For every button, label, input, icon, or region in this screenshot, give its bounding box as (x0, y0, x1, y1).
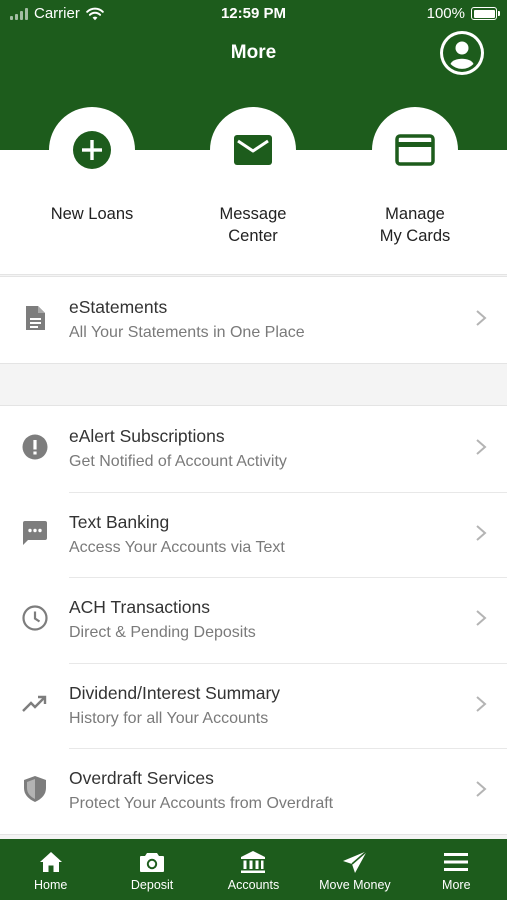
page-title: More (230, 42, 277, 63)
document-icon (26, 306, 45, 330)
chevron-right-icon (476, 610, 487, 626)
chevron-right-icon (476, 310, 487, 326)
chevron-right-icon (476, 695, 487, 712)
status-bar: Carrier 12:59 PM 100% (0, 0, 507, 28)
menu-icon (444, 853, 469, 871)
chevron-right-icon (476, 524, 487, 541)
clock-icon (22, 605, 48, 631)
bank-icon (241, 851, 266, 873)
menu-item-title: Overdraft Services (69, 768, 214, 788)
credit-card-icon (395, 134, 435, 166)
menu-item-subtitle: Access Your Accounts via Text (69, 538, 285, 556)
shield-icon (24, 776, 46, 802)
menu-item-title: ACH Transactions (69, 597, 211, 617)
battery-percent: 100% (426, 5, 465, 22)
menu-list-primary: eStatements All Your Statements in One P… (0, 276, 507, 364)
plus-circle-icon (73, 131, 111, 169)
send-icon (342, 850, 368, 873)
chevron-right-icon (476, 439, 487, 455)
user-circle-icon (443, 34, 481, 72)
menu-list-secondary: eAlert Subscriptions Get Notified of Acc… (0, 405, 507, 835)
quick-action-new-loans[interactable]: New Loans (22, 107, 162, 225)
tab-label: Home (34, 878, 68, 892)
tab-label: Accounts (227, 878, 280, 892)
quick-action-label: Manage My Cards (379, 205, 451, 245)
home-icon (39, 852, 62, 872)
tab-accounts[interactable]: Accounts (203, 839, 304, 900)
menu-item-estatements[interactable]: eStatements All Your Statements in One P… (0, 277, 507, 363)
menu-item-title: Text Banking (69, 511, 170, 532)
bottom-tab-bar: Home Deposit Accounts Move Money More (0, 839, 507, 900)
menu-item-subtitle: History for all Your Accounts (69, 709, 269, 727)
quick-action-label: New Loans (50, 205, 134, 223)
alert-icon (22, 434, 48, 460)
camera-icon (140, 853, 165, 872)
menu-item-text-banking[interactable]: Text Banking Access Your Accounts via Te… (0, 491, 507, 578)
tab-home[interactable]: Home (0, 839, 101, 900)
tab-label: Move Money (319, 878, 391, 892)
tab-label: More (442, 878, 471, 892)
menu-item-ach-transactions[interactable]: ACH Transactions Direct & Pending Deposi… (0, 577, 507, 663)
tab-deposit[interactable]: Deposit (101, 839, 202, 900)
tab-more[interactable]: More (406, 839, 507, 900)
menu-item-title: Dividend/Interest Summary (69, 682, 281, 703)
menu-item-subtitle: Get Notified of Account Activity (69, 453, 287, 470)
menu-item-subtitle: Protect Your Accounts from Overdraft (69, 795, 334, 812)
quick-action-message-center[interactable]: Message Center (183, 107, 323, 247)
chevron-right-icon (476, 781, 487, 797)
profile-button[interactable] (440, 31, 484, 75)
envelope-icon (234, 135, 272, 165)
menu-item-subtitle: All Your Statements in One Place (69, 324, 305, 341)
trending-up-icon (22, 695, 47, 712)
menu-item-ealert-subscriptions[interactable]: eAlert Subscriptions Get Notified of Acc… (0, 406, 507, 492)
chat-icon (23, 520, 47, 545)
tab-label: Deposit (130, 878, 174, 892)
menu-item-subtitle: Direct & Pending Deposits (69, 624, 256, 641)
menu-item-title: eAlert Subscriptions (69, 426, 225, 446)
quick-action-label: Message Center (219, 205, 287, 245)
menu-item-dividend-interest-summary[interactable]: Dividend/Interest Summary History for al… (0, 662, 507, 749)
tab-move-money[interactable]: Move Money (304, 839, 405, 900)
battery-icon (471, 7, 500, 20)
menu-item-overdraft-services[interactable]: Overdraft Services Protect Your Accounts… (0, 748, 507, 834)
quick-action-manage-cards[interactable]: Manage My Cards (345, 107, 485, 247)
menu-item-title: eStatements (69, 297, 168, 317)
